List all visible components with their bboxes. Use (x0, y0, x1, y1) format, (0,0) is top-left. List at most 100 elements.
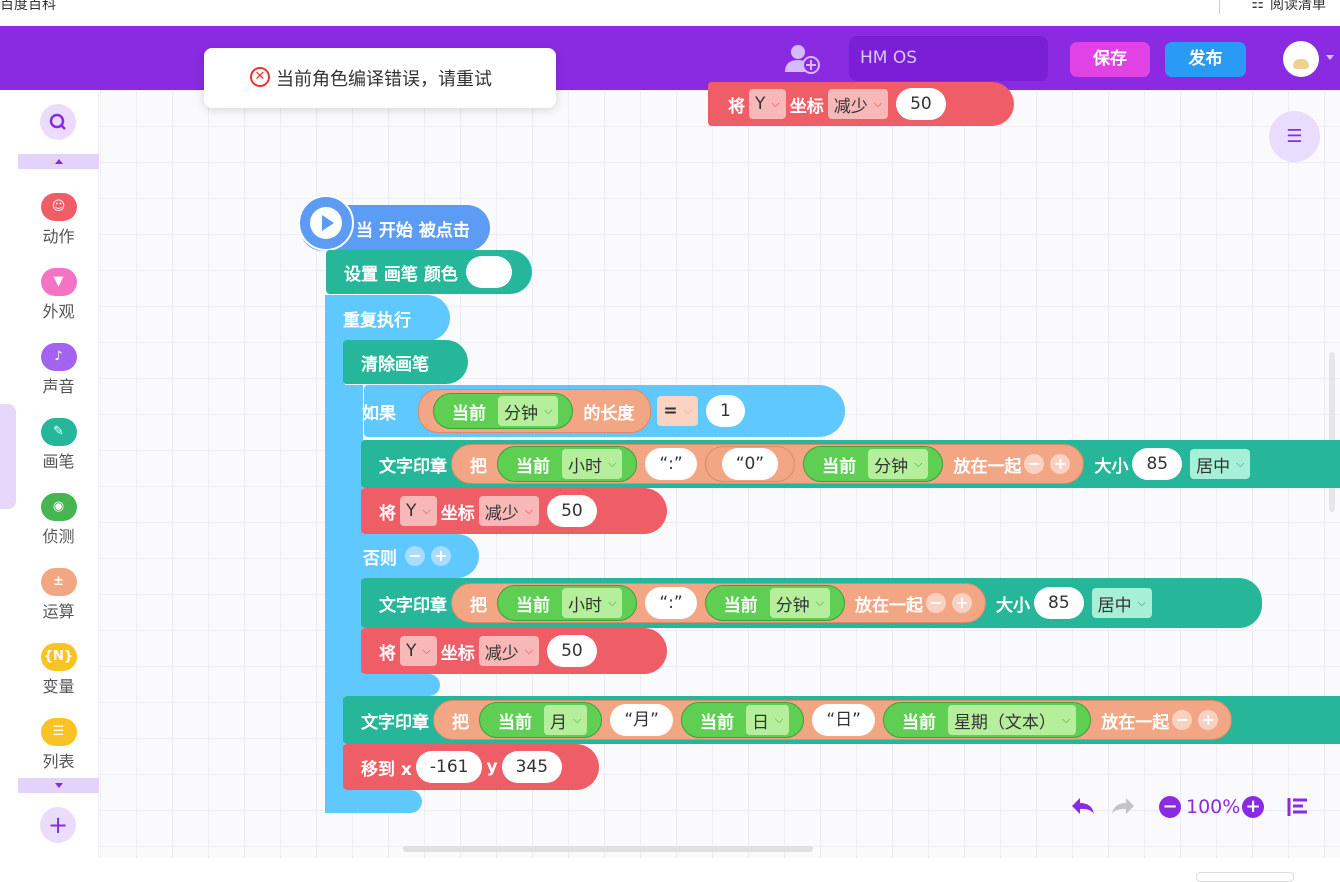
bookmark-link[interactable]: 百度百科 (0, 0, 56, 14)
current-time-reporter[interactable]: 当前 小时 ⌵ (497, 446, 638, 482)
string-input[interactable]: “0” (721, 448, 779, 480)
project-name-input[interactable]: HM OS (849, 36, 1048, 81)
set-pen-color-block[interactable]: 设置 画笔 颜色 (326, 250, 532, 294)
add-item-button[interactable]: + (952, 593, 973, 613)
length-reporter[interactable]: 当前 分钟 ⌵ 的长度 (418, 389, 652, 433)
value-input[interactable]: 50 (547, 635, 597, 667)
current-time-reporter[interactable]: 当前 分钟 ⌵ (704, 585, 846, 621)
text-stamp-block-3[interactable]: 文字印章 把 当前月 ⌵ “月” 当前日 ⌵ “日” 当前 星期（文本） ⌵ 放在一起 … (343, 696, 1340, 744)
add-user-icon[interactable] (784, 44, 820, 74)
compare-value-input[interactable]: 1 (705, 395, 745, 427)
remove-item-button[interactable]: − (1024, 454, 1045, 474)
text-stamp-block-2[interactable]: 文字印章 把 当前 小时 ⌵ “:” 当前 分钟 ⌵ 放在一起 − + 大小 85 居中 ⌵ (361, 578, 1262, 628)
align-dropdown[interactable]: 居中 ⌵ (1190, 449, 1251, 479)
vertical-scrollbar[interactable] (1329, 352, 1335, 512)
color-swatch[interactable] (465, 256, 512, 288)
string-input[interactable]: “:” (645, 448, 697, 480)
unit-dropdown[interactable]: 小时 ⌵ (562, 588, 623, 618)
op-dropdown[interactable]: 减少 ⌵ (478, 636, 540, 666)
remove-item-button[interactable]: − (1172, 710, 1193, 730)
size-input[interactable]: 85 (1132, 448, 1183, 480)
current-time-reporter[interactable]: 当前 分钟 ⌵ (803, 446, 944, 482)
remove-item-button[interactable]: − (926, 593, 947, 613)
sidebar-item-sensing[interactable]: ◉ 侦测 (18, 493, 99, 547)
axis-dropdown[interactable]: Y ⌵ (400, 636, 437, 666)
sidebar-item-motion[interactable]: ☺ 动作 (18, 193, 99, 247)
value-input[interactable]: 50 (547, 495, 597, 527)
repeat-end (325, 790, 422, 813)
save-button[interactable]: 保存 (1070, 42, 1150, 77)
axis-dropdown[interactable]: Y ⌵ (400, 496, 437, 526)
avatar[interactable] (1283, 41, 1319, 77)
else-block[interactable]: 否则 − + (345, 534, 479, 578)
align-dropdown[interactable]: 居中 ⌵ (1091, 588, 1153, 618)
sidebar-item-label: 画笔 (42, 452, 75, 471)
reading-list-button[interactable]: ☷ 阅读清单 (1251, 0, 1326, 14)
redo-icon[interactable] (1110, 795, 1136, 817)
unit-dropdown[interactable]: 分钟 ⌵ (868, 449, 929, 479)
chevron-down-icon[interactable] (1326, 55, 1334, 60)
unit-dropdown[interactable]: 分钟 ⌵ (769, 588, 831, 618)
remove-branch-button[interactable]: − (405, 546, 425, 566)
axis-dropdown[interactable]: Y ⌵ (749, 89, 786, 119)
block-label: 设置 画笔 颜色 (344, 264, 458, 285)
unit-dropdown[interactable]: 月 ⌵ (544, 705, 588, 735)
y-input[interactable]: 345 (501, 751, 563, 783)
reading-list-icon: ☷ (1251, 0, 1264, 12)
x-input[interactable]: -161 (415, 751, 483, 783)
sidebar-item-variables[interactable]: {N} 变量 (18, 643, 99, 697)
clear-pen-block[interactable]: 清除画笔 (343, 340, 468, 384)
current-time-reporter[interactable]: 当前 分钟 ⌵ (433, 393, 574, 429)
add-item-button[interactable]: + (1198, 710, 1219, 730)
value-input[interactable]: 50 (896, 88, 946, 120)
move-y-block-top[interactable]: 将 Y ⌵ 坐标 减少 ⌵ 50 (708, 82, 1014, 126)
horizontal-scrollbar[interactable] (403, 846, 813, 852)
compare-dropdown[interactable]: = ⌵ (657, 396, 698, 426)
zoom-in-button[interactable]: + (1242, 796, 1264, 818)
unit-dropdown[interactable]: 分钟 ⌵ (498, 396, 559, 426)
sidebar-item-sound[interactable]: ♪ 声音 (18, 343, 99, 397)
block-keyword: 坐标 (789, 96, 824, 117)
scroll-down-button[interactable] (18, 778, 99, 793)
op-dropdown[interactable]: 减少 ⌵ (478, 496, 540, 526)
move-to-xy-block[interactable]: 移到 x -161 y 345 (343, 744, 599, 790)
current-weekday-reporter[interactable]: 当前 星期（文本） ⌵ (882, 702, 1092, 738)
repeat-forever-block[interactable]: 重复执行 (325, 295, 450, 341)
string-input[interactable]: “月” (610, 704, 673, 736)
current-date-reporter[interactable]: 当前月 ⌵ (479, 702, 603, 738)
sidebar-item-pen[interactable]: ✎ 画笔 (18, 418, 99, 472)
join-reporter[interactable]: 把 当前 小时 ⌵ “:” 当前 分钟 ⌵ 放在一起 − + (451, 583, 987, 623)
unit-dropdown[interactable]: 日 ⌵ (745, 705, 790, 735)
align-blocks-icon[interactable] (1286, 796, 1310, 818)
move-y-block-2[interactable]: 将 Y ⌵ 坐标 减少 ⌵ 50 (361, 628, 667, 674)
add-branch-button[interactable]: + (431, 546, 451, 566)
block-label: 重复执行 (343, 310, 411, 331)
sidebar-item-lists[interactable]: ☰ 列表 (18, 718, 99, 772)
scroll-up-button[interactable] (18, 154, 99, 169)
move-y-block-1[interactable]: 将 Y ⌵ 坐标 减少 ⌵ 50 (361, 488, 667, 534)
unit-dropdown[interactable]: 星期（文本） ⌵ (947, 705, 1077, 735)
operators-icon: ± (40, 568, 77, 596)
nested-join[interactable]: “0” (704, 446, 796, 482)
search-code-button[interactable]: ☰ (1269, 111, 1320, 162)
sidebar-item-looks[interactable]: ▼ 外观 (18, 268, 99, 322)
size-input[interactable]: 85 (1034, 587, 1084, 619)
join-reporter[interactable]: 把 当前 小时 ⌵ “:” “0” 当前 分钟 ⌵ 放在一起 − + (451, 444, 1085, 484)
text-stamp-block-1[interactable]: 文字印章 把 当前 小时 ⌵ “:” “0” 当前 分钟 ⌵ 放在一起 − + 大小 85… (361, 440, 1340, 488)
sidebar-item-operators[interactable]: ± 运算 (18, 568, 99, 622)
sidebar-expand-handle[interactable] (0, 404, 16, 509)
string-input[interactable]: “:” (645, 587, 697, 619)
add-extension-button[interactable]: + (40, 807, 76, 843)
publish-button[interactable]: 发布 (1165, 42, 1246, 77)
zoom-out-button[interactable]: − (1159, 796, 1181, 818)
unit-dropdown[interactable]: 小时 ⌵ (562, 449, 623, 479)
op-dropdown[interactable]: 减少 ⌵ (827, 89, 889, 119)
string-input[interactable]: “日” (812, 704, 875, 736)
current-date-reporter[interactable]: 当前日 ⌵ (680, 702, 805, 738)
current-time-reporter[interactable]: 当前 小时 ⌵ (497, 585, 638, 621)
search-button[interactable] (40, 104, 76, 140)
add-item-button[interactable]: + (1050, 454, 1071, 474)
undo-icon[interactable] (1070, 795, 1096, 817)
if-end (345, 674, 440, 696)
join-reporter[interactable]: 把 当前月 ⌵ “月” 当前日 ⌵ “日” 当前 星期（文本） ⌵ 放在一起 − + (433, 700, 1233, 740)
